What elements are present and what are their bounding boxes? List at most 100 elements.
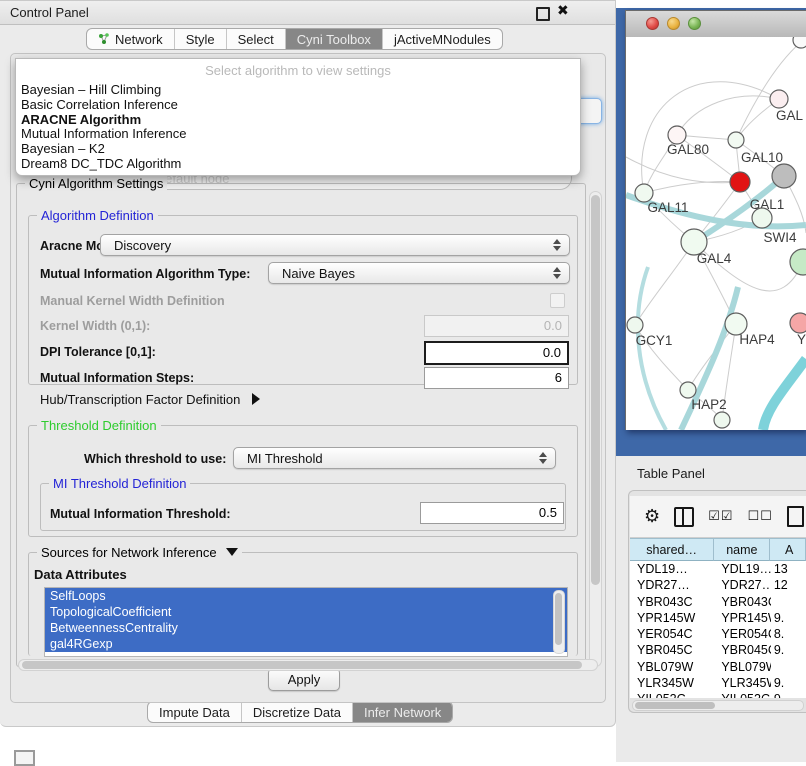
scrollbar-thumb[interactable]: [22, 661, 582, 669]
table-row[interactable]: YPR145W YPR145W 9.: [630, 610, 806, 626]
node-label: HAP4: [739, 332, 775, 347]
algorithm-dropdown-placeholder[interactable]: Select algorithm to view settings: [16, 59, 580, 83]
network-node[interactable]: [752, 208, 772, 228]
data-attributes-list[interactable]: SelfLoopsTopologicalCoefficientBetweenne…: [44, 587, 568, 657]
attribute-item[interactable]: SelfLoops: [45, 588, 567, 604]
mi-threshold-field[interactable]: 0.5: [420, 502, 564, 524]
mi-steps-label: Mutual Information Steps:: [40, 371, 194, 385]
table-row[interactable]: YBL079W YBL079W: [630, 659, 806, 675]
table-row[interactable]: YBR043C YBR043C: [630, 594, 806, 610]
algorithm-dropdown: Select algorithm to view settings Bayesi…: [15, 58, 581, 176]
cell-value: 9.: [771, 642, 806, 658]
select-all-checkboxes-icon[interactable]: ☑☑: [708, 509, 733, 524]
network-node[interactable]: [680, 382, 696, 398]
sources-group-title[interactable]: Sources for Network Inference: [37, 545, 242, 560]
cell-name: YPR145W: [714, 610, 771, 626]
mi-steps-field[interactable]: 6: [424, 367, 569, 389]
kernel-width-field[interactable]: 0.0: [424, 315, 569, 337]
which-threshold-combo[interactable]: MI Threshold: [233, 447, 556, 469]
hub-definition-toggle[interactable]: Hub/Transcription Factor Definition: [40, 392, 260, 407]
node-table[interactable]: shared… name A YDL19… YDL19… 13 YDR27… Y…: [630, 538, 806, 698]
algorithm-dropdown-item[interactable]: Mutual Information Inference: [16, 127, 580, 142]
network-node[interactable]: [790, 249, 806, 275]
tab-style[interactable]: Style: [175, 29, 227, 49]
table-row[interactable]: YDL19… YDL19… 13: [630, 561, 806, 577]
cell-value: 9.: [771, 610, 806, 626]
kernel-width-label: Kernel Width (0,1):: [40, 319, 150, 333]
attribute-item[interactable]: TopologicalCoefficient: [45, 604, 567, 620]
scrollbar-thumb[interactable]: [555, 593, 562, 645]
network-node[interactable]: [627, 317, 643, 333]
tab-impute-data[interactable]: Impute Data: [148, 702, 242, 722]
aracne-mode-combo[interactable]: Discovery: [100, 234, 570, 256]
scrollbar-thumb[interactable]: [635, 702, 715, 709]
settings-vertical-scrollbar[interactable]: [589, 191, 602, 667]
group-title: Threshold Definition: [37, 418, 161, 433]
column-header[interactable]: shared…: [630, 538, 714, 561]
settings-horizontal-scrollbar[interactable]: [18, 659, 598, 671]
gear-icon[interactable]: ⚙: [644, 508, 660, 526]
algorithm-dropdown-list: Bayesian – Hill ClimbingBasic Correlatio…: [16, 83, 580, 172]
table-row[interactable]: YIL052C YIL052C 9.: [630, 691, 806, 698]
algorithm-dropdown-item[interactable]: ARACNE Algorithm: [16, 113, 580, 128]
algorithm-dropdown-item[interactable]: Basic Correlation Inference: [16, 98, 580, 113]
apply-button[interactable]: Apply: [268, 668, 340, 691]
tab-infer-network[interactable]: Infer Network: [353, 702, 452, 722]
attribute-item[interactable]: gal4RGexp: [45, 636, 567, 652]
close-traffic-light-icon[interactable]: [646, 17, 659, 30]
network-node[interactable]: [790, 313, 806, 333]
minimize-traffic-light-icon[interactable]: [667, 17, 680, 30]
table-row[interactable]: YBR045C YBR045C 9.: [630, 642, 806, 658]
cell-shared-name: YBL079W: [630, 659, 714, 675]
network-node[interactable]: [728, 132, 744, 148]
tab-label: Infer Network: [364, 705, 441, 720]
tab-label: Cyni Toolbox: [297, 32, 371, 47]
tab-discretize-data[interactable]: Discretize Data: [242, 702, 353, 722]
cell-value: [771, 659, 806, 675]
algorithm-dropdown-item[interactable]: Bayesian – K2: [16, 142, 580, 157]
network-node[interactable]: [714, 412, 730, 428]
node-label: SWI4: [763, 230, 796, 245]
network-node[interactable]: [730, 172, 750, 192]
network-icon: [98, 33, 110, 45]
node-label: GAL4: [697, 251, 732, 266]
cell-name: YDR27…: [714, 577, 771, 593]
list-vertical-scrollbar[interactable]: [553, 590, 565, 654]
float-window-icon[interactable]: [536, 7, 550, 21]
table-row[interactable]: YLR345W YLR345W 9.: [630, 675, 806, 691]
table-row[interactable]: YER054C YER054C 8.: [630, 626, 806, 642]
close-icon[interactable]: ✖: [557, 3, 569, 19]
document-icon[interactable]: [787, 506, 804, 527]
cell-name: YBR045C: [714, 642, 771, 658]
cell-name: YBL079W: [714, 659, 771, 675]
table-horizontal-scrollbar[interactable]: [632, 700, 804, 711]
cell-shared-name: YDR27…: [630, 577, 714, 593]
tab-cyni-toolbox[interactable]: Cyni Toolbox: [286, 29, 383, 49]
combo-stepper-icon: [539, 452, 547, 464]
zoom-traffic-light-icon[interactable]: [688, 17, 701, 30]
minimized-panel-icon[interactable]: [14, 750, 35, 766]
manual-kernel-checkbox[interactable]: [550, 293, 565, 308]
network-node[interactable]: [772, 164, 796, 188]
tab-select[interactable]: Select: [227, 29, 286, 49]
column-header[interactable]: name: [714, 538, 770, 561]
column-header[interactable]: A: [770, 538, 806, 561]
network-node[interactable]: [793, 37, 806, 48]
cell-value: 12: [771, 577, 806, 593]
cell-name: YBR043C: [714, 594, 771, 610]
network-canvas[interactable]: GALGAL80GAL10GAL1GAL11SWI4GAL4GCY1HAP4YH…: [626, 37, 806, 430]
attribute-item[interactable]: BetweennessCentrality: [45, 620, 567, 636]
node-label: HAP2: [691, 397, 726, 412]
control-panel-titlebar: Control Panel ✖: [0, 1, 615, 25]
tab-jactivemnodules[interactable]: jActiveMNodules: [383, 29, 502, 49]
table-row[interactable]: YDR27… YDR27… 12: [630, 577, 806, 593]
scrollbar-thumb[interactable]: [591, 195, 600, 585]
algorithm-dropdown-item[interactable]: Bayesian – Hill Climbing: [16, 83, 580, 98]
split-columns-icon[interactable]: [674, 507, 694, 527]
tab-network[interactable]: Network: [87, 29, 175, 49]
deselect-all-checkboxes-icon[interactable]: ☐☐: [747, 509, 772, 524]
dpi-tolerance-field[interactable]: 0.0: [424, 341, 569, 365]
network-node[interactable]: [770, 90, 788, 108]
mi-type-combo[interactable]: Naive Bayes: [268, 262, 570, 284]
algorithm-dropdown-item[interactable]: Dream8 DC_TDC Algorithm: [16, 157, 580, 172]
